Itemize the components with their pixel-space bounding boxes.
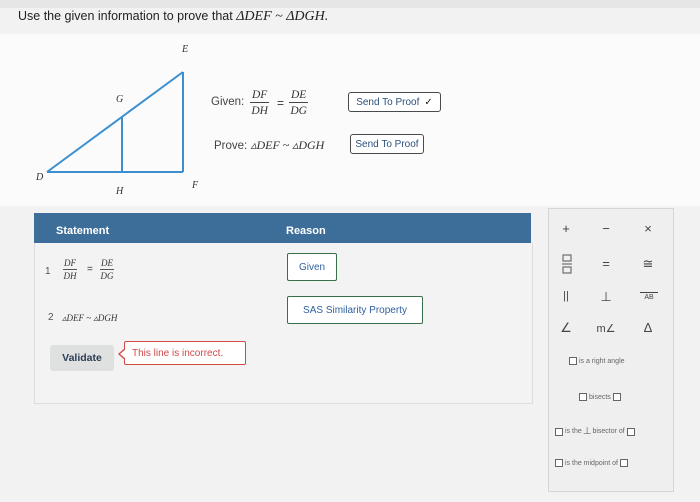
row-1-number: 1 bbox=[45, 266, 51, 277]
row-2-number: 2 bbox=[48, 312, 54, 323]
congruent-button[interactable]: ≅ bbox=[640, 256, 656, 272]
segment-button[interactable]: AB bbox=[640, 292, 658, 301]
perpendicular-bisector-chip[interactable]: is the ⊥ bisector of bbox=[553, 426, 637, 437]
measure-angle-button[interactable]: m∠ bbox=[594, 322, 618, 335]
given-label: Given: bbox=[211, 96, 245, 108]
row-1-reason-given-button[interactable]: Given bbox=[287, 253, 337, 281]
times-button[interactable]: × bbox=[640, 221, 656, 236]
blank-box-icon bbox=[569, 357, 577, 365]
blank-box-icon bbox=[579, 393, 587, 401]
blank-box-icon bbox=[612, 393, 621, 401]
label-d: D bbox=[35, 172, 44, 183]
row-1-fraction-1[interactable]: DF DH bbox=[63, 258, 77, 281]
reason-label: Given bbox=[298, 261, 326, 273]
check-icon: ✓ bbox=[424, 96, 433, 108]
header-statement: Statement bbox=[56, 225, 110, 237]
label-f: F bbox=[191, 180, 199, 191]
prompt-math: ΔDEF ~ ΔDGH. bbox=[236, 9, 329, 24]
given-fraction-1: DF DH bbox=[250, 89, 270, 117]
prompt-text: Use the given information to prove that bbox=[18, 9, 233, 23]
minus-button[interactable]: − bbox=[598, 221, 614, 236]
bisects-chip[interactable]: bisects bbox=[577, 393, 623, 401]
blank-box-icon bbox=[555, 427, 563, 436]
blank-box-icon bbox=[619, 459, 628, 467]
segment-de bbox=[46, 71, 184, 173]
problem-prompt: Use the given information to prove that … bbox=[18, 9, 328, 25]
midpoint-chip[interactable]: is the midpoint of bbox=[553, 459, 630, 467]
validate-button[interactable]: Validate bbox=[50, 345, 114, 371]
label-e: E bbox=[181, 44, 188, 55]
triangle-figure: E G D H F bbox=[35, 44, 199, 197]
chip-text: is the midpoint of bbox=[565, 459, 618, 467]
blank-box-icon bbox=[626, 427, 635, 436]
fraction-denominator: DH bbox=[63, 271, 77, 281]
fraction-numerator: DF bbox=[63, 258, 77, 270]
fraction-numerator: DE bbox=[289, 89, 309, 103]
symbol-palette bbox=[548, 208, 674, 492]
angle-button[interactable]: ∠ bbox=[558, 320, 574, 336]
incorrect-feedback: This line is incorrect. bbox=[118, 341, 246, 365]
header-reason: Reason bbox=[286, 225, 326, 237]
fraction-numerator: DF bbox=[250, 89, 270, 103]
prove-line: Prove: ▵DEF ~ ▵DGH bbox=[214, 138, 324, 153]
fraction-button[interactable] bbox=[560, 254, 574, 277]
equals-button[interactable]: = bbox=[598, 256, 614, 271]
feedback-text: This line is incorrect. bbox=[132, 347, 224, 359]
fraction-icon bbox=[562, 254, 572, 274]
chip-text: is the bbox=[565, 428, 582, 435]
reason-label: SAS Similarity Property bbox=[303, 304, 407, 316]
plus-button[interactable]: + bbox=[558, 221, 574, 236]
button-label: Send To Proof bbox=[355, 138, 419, 150]
chip-text: bisector of bbox=[592, 428, 625, 435]
row-1-fraction-2[interactable]: DE DG bbox=[100, 258, 114, 281]
send-prove-to-proof-button[interactable]: Send To Proof bbox=[350, 134, 424, 154]
label-g: G bbox=[116, 94, 123, 105]
perpendicular-button[interactable]: ⊥ bbox=[598, 289, 614, 305]
triangle-button[interactable]: Δ bbox=[640, 320, 656, 335]
blank-box-icon bbox=[555, 459, 563, 467]
button-label: Send To Proof bbox=[356, 96, 420, 108]
prove-statement: ▵DEF ~ ▵DGH bbox=[250, 138, 325, 152]
fraction-denominator: DG bbox=[290, 105, 307, 117]
top-band bbox=[0, 0, 700, 8]
chip-text: is a right angle bbox=[579, 357, 625, 365]
proof-table-header: Statement Reason bbox=[34, 213, 531, 243]
given-equals: = bbox=[277, 96, 285, 110]
row-1-equals: = bbox=[87, 264, 93, 275]
given-fraction-2: DE DG bbox=[289, 89, 309, 117]
send-given-to-proof-button[interactable]: Send To Proof ✓ bbox=[348, 92, 441, 112]
label-h: H bbox=[115, 186, 124, 197]
right-angle-chip[interactable]: is a right angle bbox=[567, 357, 625, 365]
chip-text: bisects bbox=[589, 393, 611, 401]
parallel-button[interactable]: || bbox=[558, 290, 574, 302]
prove-label: Prove: bbox=[214, 140, 248, 152]
perpendicular-icon: ⊥ bbox=[582, 426, 592, 437]
fraction-numerator: DE bbox=[100, 258, 114, 270]
fraction-denominator: DG bbox=[100, 271, 114, 281]
fraction-denominator: DH bbox=[251, 105, 268, 117]
row-2-statement[interactable]: ▵DEF ~ ▵DGH bbox=[62, 313, 117, 324]
row-2-reason-sas-button[interactable]: SAS Similarity Property bbox=[287, 296, 423, 324]
